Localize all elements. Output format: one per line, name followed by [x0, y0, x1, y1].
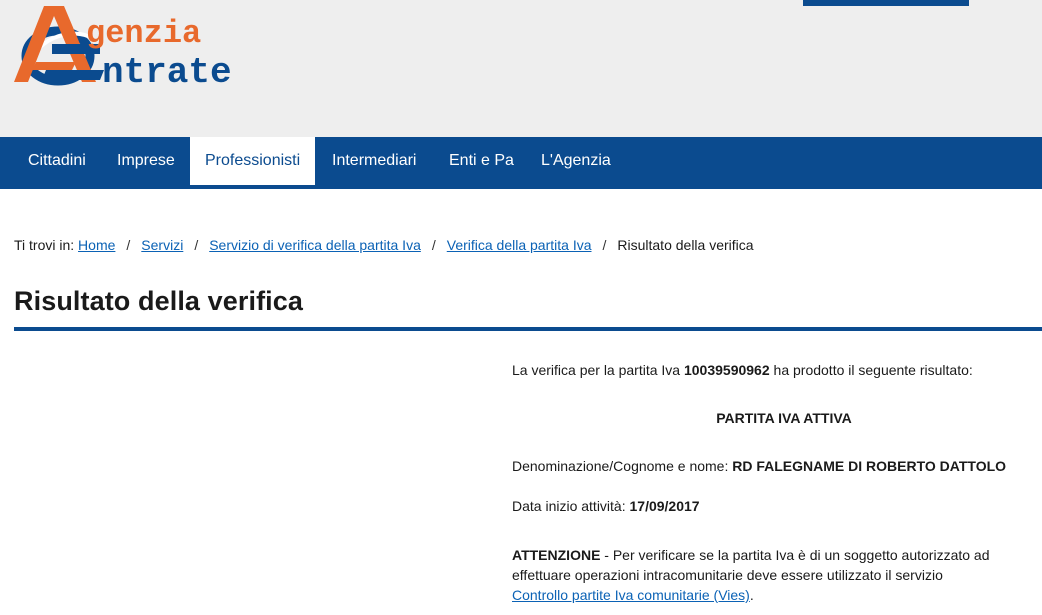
result-intro: La verifica per la partita Iva 100395909… — [512, 362, 973, 378]
breadcrumb-separator: / — [431, 237, 436, 253]
breadcrumb-separator: / — [602, 237, 607, 253]
breadcrumb-link-servizio-verifica[interactable]: Servizio di verifica della partita Iva — [209, 237, 421, 253]
breadcrumb-current: Risultato della verifica — [617, 237, 754, 253]
logo-line1: genzia — [86, 15, 201, 52]
title-divider — [14, 327, 1042, 331]
vat-number: 10039590962 — [683, 362, 770, 378]
result-intro-text: La verifica per la partita Iva — [512, 362, 681, 378]
vies-link[interactable]: Controllo partite Iva comunitarie (Vies) — [512, 587, 750, 603]
warning-end: . — [749, 587, 754, 603]
nav-cittadini[interactable]: Cittadini — [13, 137, 101, 185]
start-date-row: Data inizio attività: 17/09/2017 — [512, 498, 700, 514]
nav-imprese[interactable]: Imprese — [102, 137, 190, 185]
breadcrumb-prefix: Ti trovi in: — [14, 237, 75, 253]
nav-intermediari[interactable]: Intermediari — [317, 137, 431, 185]
vat-status: PARTITA IVA ATTIVA — [716, 410, 852, 426]
main-nav: Cittadini Imprese Professionisti Interme… — [0, 137, 1042, 189]
breadcrumb-link-home[interactable]: Home — [78, 237, 115, 253]
breadcrumb-link-servizi[interactable]: Servizi — [141, 237, 183, 253]
nav-enti-e-pa[interactable]: Enti e Pa — [434, 137, 529, 185]
logo-line2: ntrate — [102, 52, 232, 88]
nav-agenzia[interactable]: L'Agenzia — [526, 137, 626, 185]
name-value: RD FALEGNAME DI ROBERTO DATTOLO — [732, 458, 1007, 474]
company-name-row: Denominazione/Cognome e nome: RD FALEGNA… — [512, 458, 1006, 474]
start-date-value: 17/09/2017 — [629, 498, 700, 514]
breadcrumb-separator: / — [126, 237, 131, 253]
start-date-label: Data inizio attività: — [512, 498, 626, 514]
warning-notice: ATTENZIONE - Per verificare se la partit… — [512, 545, 1022, 605]
agenzia-entrate-logo[interactable]: genzia ntrate — [12, 4, 272, 88]
logo-icon: genzia ntrate — [14, 6, 232, 88]
nav-professionisti[interactable]: Professionisti — [190, 137, 316, 185]
page-title: Risultato della verifica — [14, 286, 303, 316]
breadcrumb: Ti trovi in: Home / Servizi / Servizio di ve… — [14, 237, 754, 253]
header-accent-strip — [803, 0, 969, 6]
breadcrumb-separator: / — [194, 237, 199, 253]
name-label: Denominazione/Cognome e nome: — [512, 458, 729, 474]
breadcrumb-link-verifica-partita-iva[interactable]: Verifica della partita Iva — [447, 237, 592, 253]
result-intro-tail: ha prodotto il seguente risultato: — [773, 362, 973, 378]
site-header: genzia ntrate — [0, 0, 1042, 137]
warning-title: ATTENZIONE — [512, 547, 601, 563]
